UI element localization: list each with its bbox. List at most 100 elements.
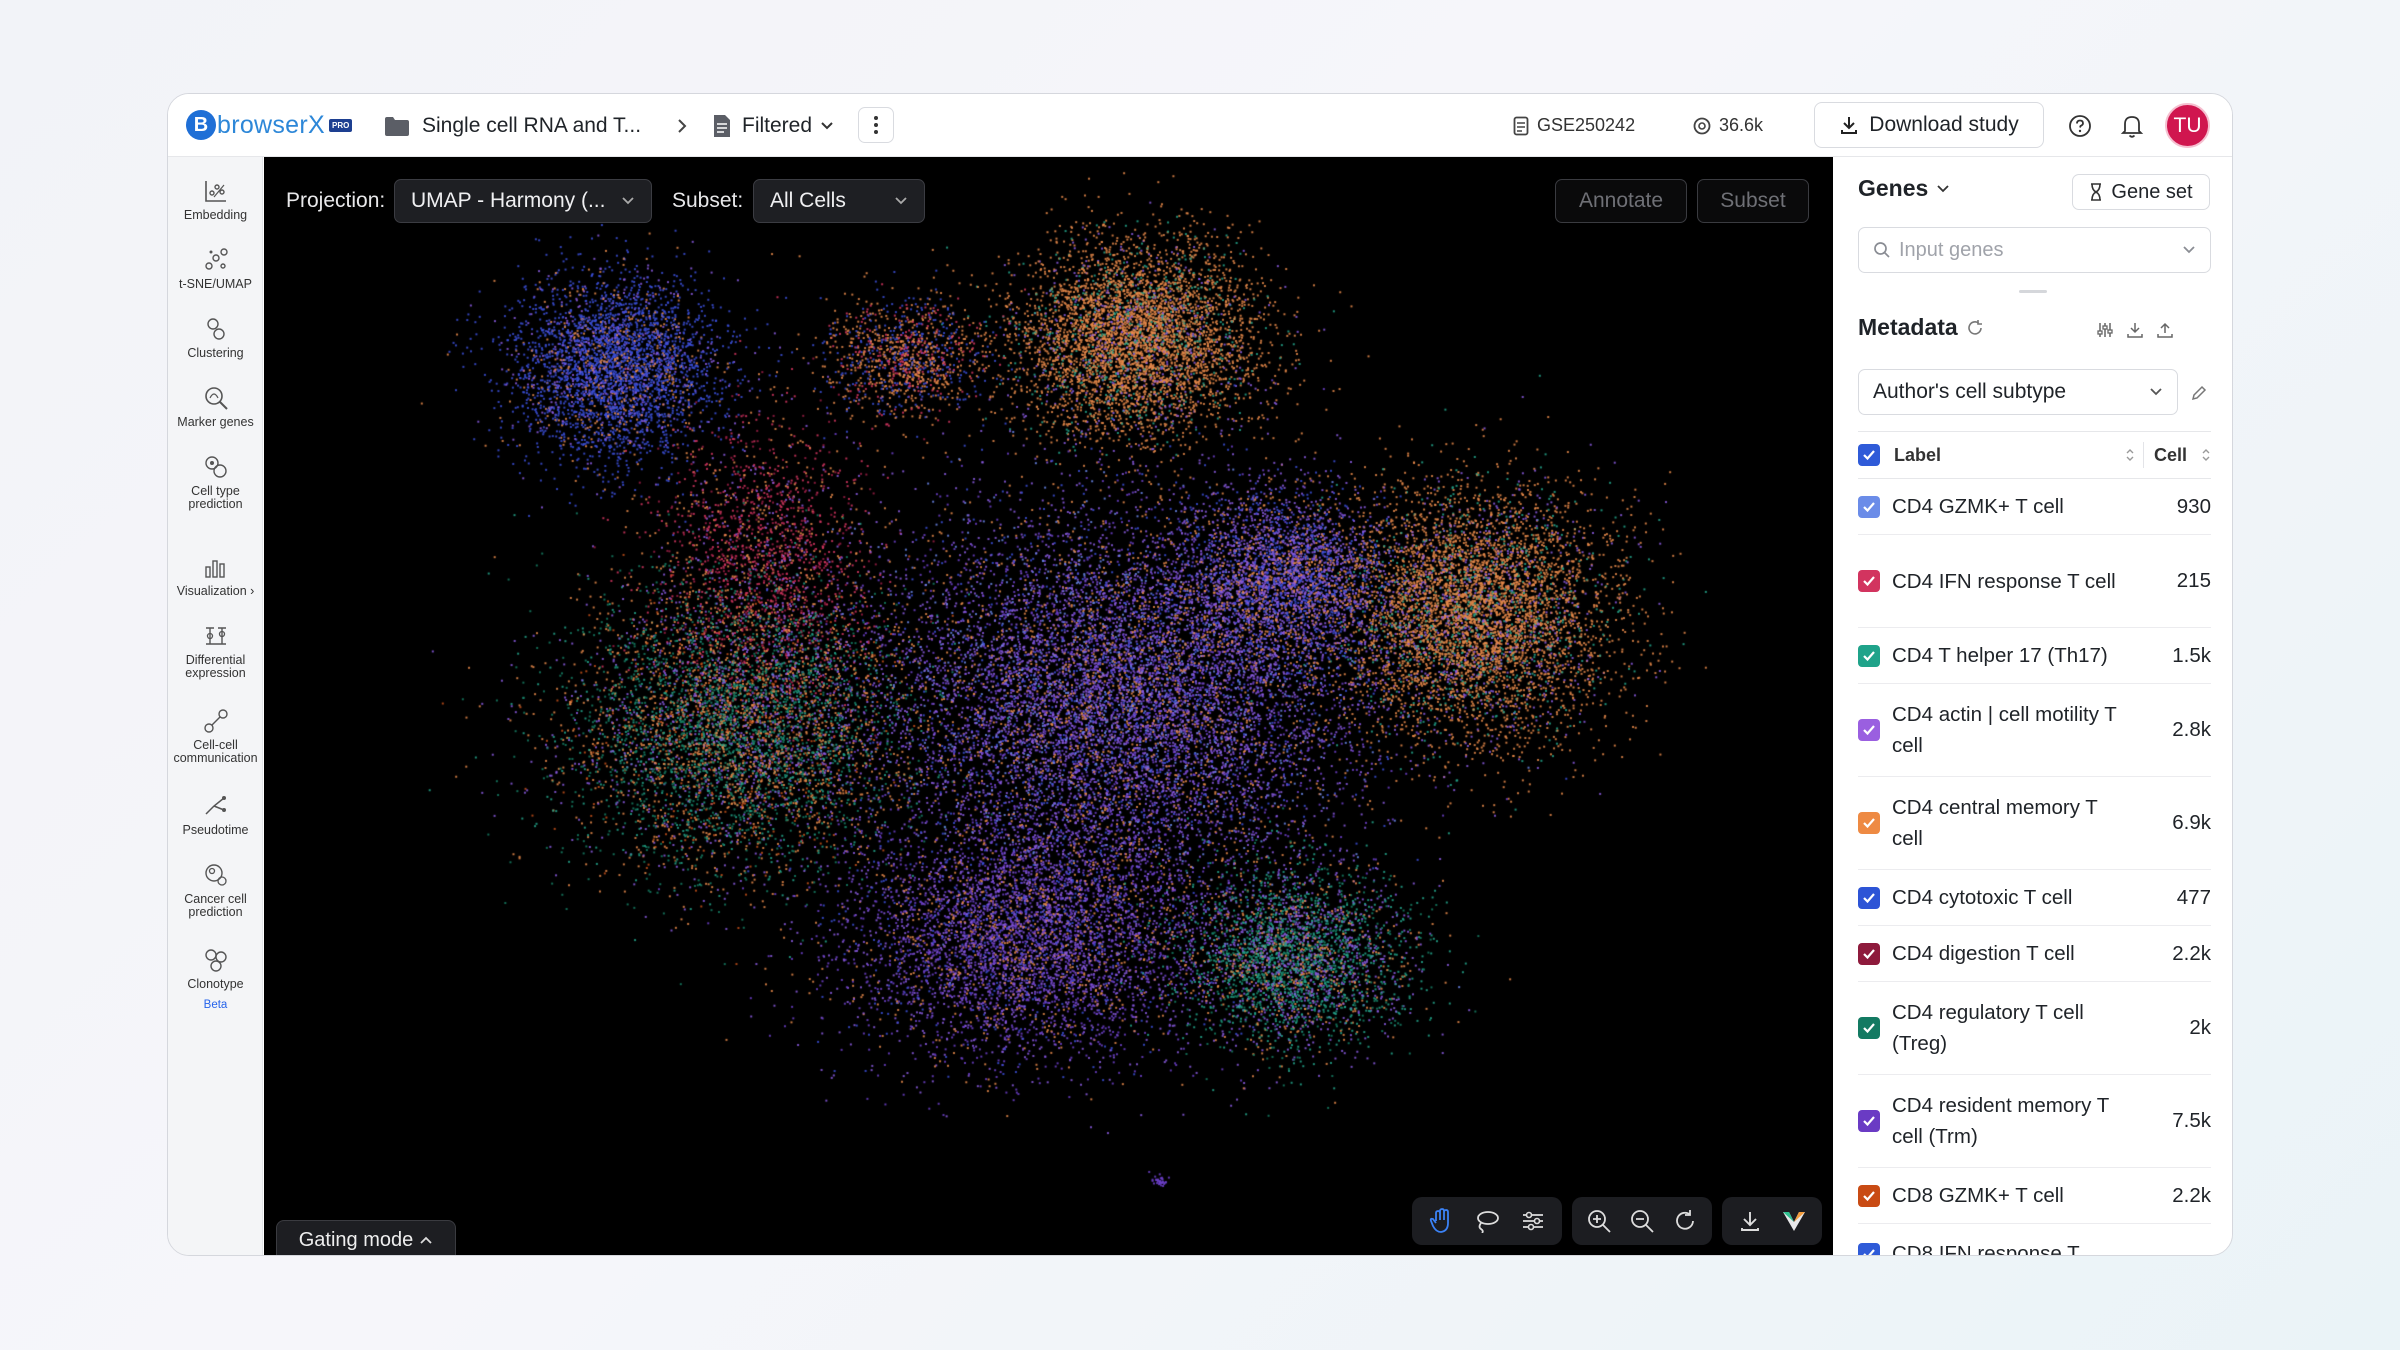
metadata-row[interactable]: CD4 GZMK+ T cell 930	[1858, 479, 2211, 535]
umap-scatter-plot[interactable]	[264, 157, 1833, 1255]
sidebar-item-label: Cancer cell prediction	[184, 892, 247, 919]
row-checkbox[interactable]	[1858, 886, 1880, 909]
tsne-umap-icon	[204, 248, 228, 270]
row-checkbox[interactable]	[1858, 942, 1880, 965]
sort-icon[interactable]	[2125, 447, 2135, 463]
row-checkbox[interactable]	[1858, 1017, 1880, 1039]
row-checkbox[interactable]	[1858, 495, 1880, 518]
row-count: 2.8k	[2172, 718, 2211, 741]
row-count: 7.5k	[2172, 1109, 2211, 1132]
breadcrumb-filter[interactable]: Filtered	[712, 94, 834, 157]
row-checkbox[interactable]	[1858, 570, 1880, 592]
sidebar-item-cell-type-prediction[interactable]: Cell type prediction	[168, 453, 263, 511]
metadata-row[interactable]: CD4 cytotoxic T cell 477	[1858, 870, 2211, 926]
sort-icon[interactable]	[2201, 447, 2211, 463]
annotate-button[interactable]: Annotate	[1555, 179, 1687, 223]
plot-settings-button[interactable]	[1513, 1201, 1553, 1241]
sidebar-item-cancer-cell-prediction[interactable]: Cancer cell prediction	[168, 861, 263, 919]
row-label: CD8 GZMK+ T cell	[1892, 1184, 2064, 1207]
metadata-row[interactable]: CD8 IFN response T	[1858, 1224, 2211, 1255]
col-label-header[interactable]: Label	[1894, 445, 1941, 466]
lasso-tool-button[interactable]	[1467, 1201, 1507, 1241]
sidebar-item-differential-expression[interactable]: Differential expression	[168, 622, 263, 680]
row-checkbox[interactable]	[1858, 1242, 1880, 1255]
cancer-cell-icon	[204, 864, 227, 886]
app-logo[interactable]: B browserX PRO	[186, 108, 353, 142]
sidebar-item-cell-cell-communication[interactable]: Cell-cell communication	[168, 707, 263, 765]
notifications-button[interactable]	[2114, 108, 2150, 144]
sidebar-item-tsne-umap[interactable]: t-SNE/UMAP	[168, 246, 263, 291]
subset-dropdown[interactable]: All Cells	[753, 179, 925, 223]
app-window: B browserX PRO Single cell RNA and T... …	[167, 93, 2233, 1256]
download-plot-button[interactable]	[1730, 1201, 1770, 1241]
metadata-upload-button[interactable]	[2152, 317, 2178, 343]
sidebar-item-label: t-SNE/UMAP	[179, 277, 252, 291]
row-checkbox[interactable]	[1858, 719, 1880, 741]
help-button[interactable]	[2062, 108, 2098, 144]
edit-metadata-button[interactable]	[2186, 380, 2212, 406]
refresh-icon[interactable]	[1966, 319, 1984, 337]
embedding-canvas[interactable]: Projection: UMAP - Harmony (... Subset: …	[264, 157, 1833, 1255]
search-icon	[1874, 242, 1890, 258]
col-cell-header[interactable]: Cell	[2154, 445, 2187, 466]
user-avatar[interactable]: TU	[2165, 103, 2210, 148]
resize-handle[interactable]	[2019, 290, 2047, 293]
download-icon	[1841, 117, 1858, 134]
metadata-row[interactable]: CD8 GZMK+ T cell 2.2k	[1858, 1168, 2211, 1224]
chevron-down-icon	[1937, 184, 1949, 192]
metadata-download-button[interactable]	[2122, 317, 2148, 343]
metadata-field-value: Author's cell subtype	[1873, 380, 2067, 403]
metadata-row[interactable]: CD4 resident memory T cell (Trm) 7.5k	[1858, 1075, 2211, 1168]
metadata-filter-button[interactable]	[2092, 317, 2118, 343]
sidebar-item-visualization[interactable]: Visualization ›	[168, 553, 263, 598]
check-icon	[1863, 1190, 1875, 1201]
select-all-checkbox[interactable]	[1858, 444, 1880, 466]
row-checkbox[interactable]	[1858, 644, 1880, 667]
pan-icon	[1429, 1208, 1449, 1233]
sidebar-item-embedding[interactable]: Embedding	[168, 177, 263, 222]
metadata-row[interactable]: CD4 digestion T cell 2.2k	[1858, 926, 2211, 982]
row-checkbox[interactable]	[1858, 1110, 1880, 1132]
pan-tool-button[interactable]	[1421, 1201, 1461, 1241]
metadata-title: Metadata	[1858, 314, 1958, 340]
file-icon	[1513, 116, 1529, 135]
right-panel: Genes Gene set Input genes Metadata Auth…	[1834, 157, 2232, 1255]
sidebar-item-label: Embedding	[183, 208, 248, 222]
gene-set-button[interactable]: Gene set	[2072, 174, 2210, 210]
zoom-in-button[interactable]	[1579, 1201, 1619, 1241]
row-checkbox[interactable]	[1858, 812, 1880, 834]
zoom-out-icon	[1631, 1210, 1654, 1233]
genes-section-toggle[interactable]: Genes	[1858, 175, 1950, 202]
metadata-row[interactable]: CD4 IFN response T cell 215	[1858, 535, 2211, 628]
metadata-row[interactable]: CD4 T helper 17 (Th17) 1.5k	[1858, 628, 2211, 684]
metadata-row[interactable]: CD4 actin | cell motility T cell 2.8k	[1858, 684, 2211, 777]
subset-button[interactable]: Subset	[1697, 179, 1809, 223]
clustering-icon	[206, 318, 225, 340]
sidebar-item-clustering[interactable]: Clustering	[168, 315, 263, 360]
metadata-field-select[interactable]: Author's cell subtype	[1858, 369, 2178, 415]
genes-title: Genes	[1858, 175, 1929, 201]
download-study-button[interactable]: Download study	[1814, 102, 2044, 148]
row-label: CD4 regulatory T cell (Treg)	[1892, 1001, 2084, 1055]
row-count: 2.2k	[2172, 1183, 2211, 1207]
vertical-dots-icon	[874, 116, 878, 134]
sidebar-item-clonotype[interactable]: Clonotype Beta	[168, 946, 263, 1012]
row-checkbox[interactable]	[1858, 1184, 1880, 1207]
marker-genes-icon	[204, 387, 228, 410]
breadcrumb-study[interactable]: Single cell RNA and T...	[384, 94, 641, 157]
subset-value: All Cells	[770, 189, 846, 212]
document-icon	[712, 114, 732, 138]
metadata-row[interactable]: CD4 central memory T cell 6.9k	[1858, 777, 2211, 870]
brand-button[interactable]	[1774, 1201, 1814, 1241]
zoom-out-button[interactable]	[1622, 1201, 1662, 1241]
gating-mode-toggle[interactable]: Gating mode	[276, 1220, 456, 1255]
reset-view-button[interactable]	[1665, 1201, 1705, 1241]
gene-search-input[interactable]: Input genes	[1858, 227, 2211, 273]
sidebar-item-label: Pseudotime	[182, 823, 249, 837]
more-options-button[interactable]	[858, 107, 894, 143]
sidebar-item-pseudotime[interactable]: Pseudotime	[168, 792, 263, 837]
metadata-table-header: Label Cell	[1858, 431, 2211, 479]
sidebar-item-marker-genes[interactable]: Marker genes	[168, 384, 263, 429]
metadata-row[interactable]: CD4 regulatory T cell (Treg) 2k	[1858, 982, 2211, 1075]
projection-dropdown[interactable]: UMAP - Harmony (...	[394, 179, 652, 223]
